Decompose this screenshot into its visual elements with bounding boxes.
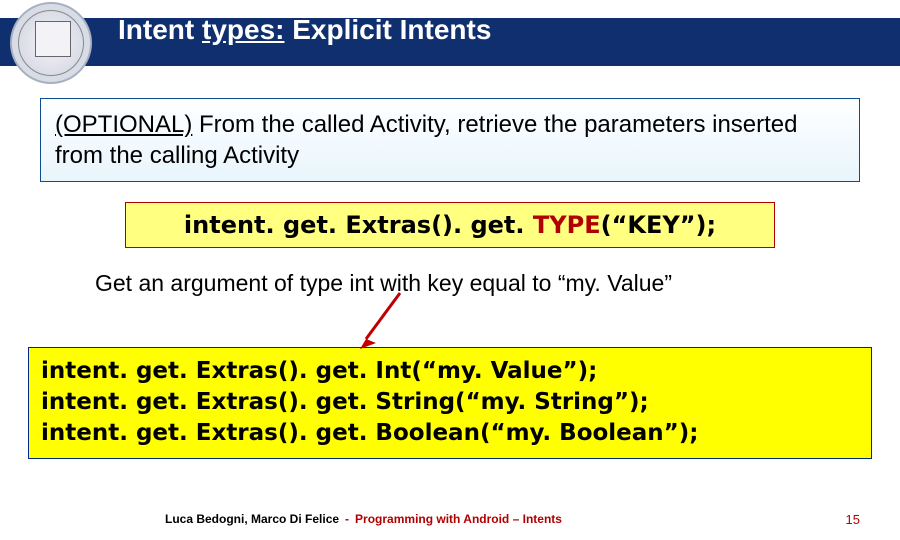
retrieve-word: retrieve <box>457 111 537 138</box>
arrow-down-icon <box>350 291 410 353</box>
info-mid1: From the called Activity, <box>192 111 457 138</box>
arrow-container <box>0 297 900 347</box>
title-suffix: Explicit Intents <box>284 14 491 45</box>
params-word: parameters <box>584 111 705 138</box>
code-line: intent. get. Extras(). get. TYPE(“KEY”); <box>184 211 716 239</box>
code-template-box: intent. get. Extras(). get. TYPE(“KEY”); <box>125 202 775 248</box>
code-example-line-1: intent. get. Extras(). get. Int(“my. Val… <box>41 356 859 387</box>
title-prefix: Intent <box>118 14 202 45</box>
university-seal-icon <box>10 2 92 84</box>
info-mid2: the <box>537 111 584 138</box>
info-box: (OPTIONAL) From the called Activity, ret… <box>40 98 860 182</box>
slide-title: Intent types: Explicit Intents <box>118 14 491 46</box>
code-example-line-3: intent. get. Extras(). get. Boolean(“my.… <box>41 418 859 449</box>
title-underlined: types: <box>202 14 284 45</box>
code-prefix: intent. get. Extras(). get. <box>184 211 533 239</box>
footer-separator: - <box>345 512 349 526</box>
footer-authors: Luca Bedogni, Marco Di Felice <box>165 512 339 526</box>
code-suffix: (“KEY”); <box>601 211 716 239</box>
page-number: 15 <box>846 512 860 527</box>
info-text: (OPTIONAL) From the called Activity, ret… <box>55 109 845 171</box>
code-examples-box: intent. get. Extras(). get. Int(“my. Val… <box>28 347 872 458</box>
footer-topic: Programming with Android – Intents <box>355 512 562 526</box>
description-text: Get an argument of type int with key equ… <box>95 270 860 297</box>
optional-label: (OPTIONAL) <box>55 111 192 138</box>
slide-header: Intent types: Explicit Intents <box>0 0 900 78</box>
slide-footer: Luca Bedogni, Marco Di Felice - Programm… <box>0 512 900 526</box>
code-type-placeholder: TYPE <box>533 211 601 239</box>
code-example-line-2: intent. get. Extras(). get. String(“my. … <box>41 387 859 418</box>
